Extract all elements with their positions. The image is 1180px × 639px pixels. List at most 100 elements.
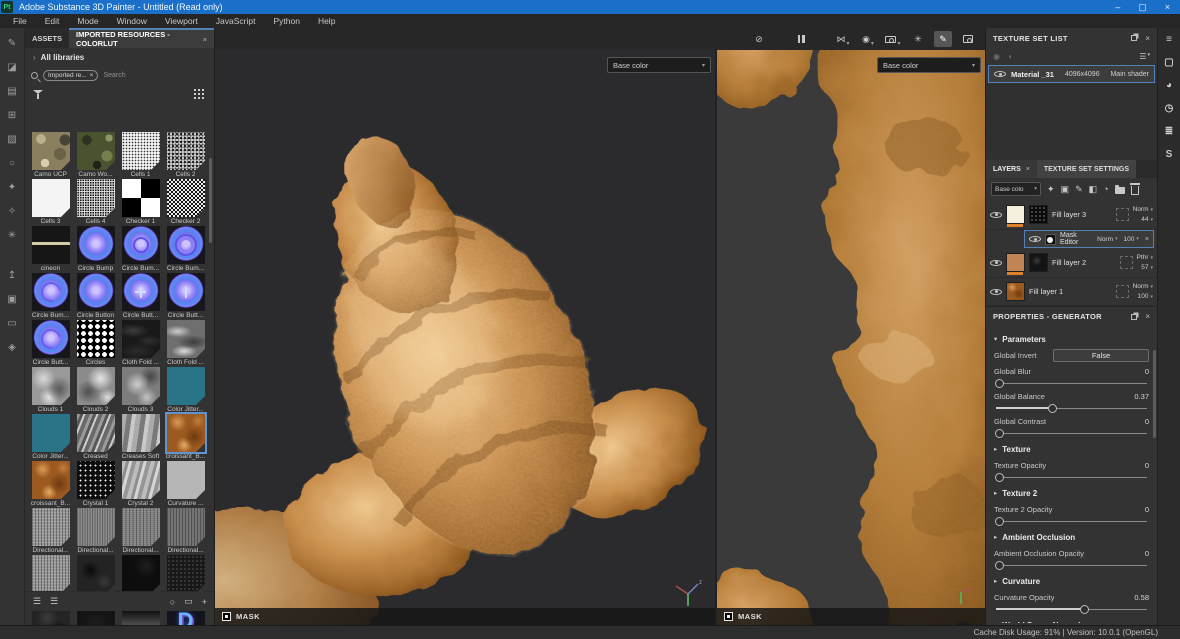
slider-track[interactable]	[995, 516, 1147, 526]
slider-knob[interactable]	[995, 378, 1005, 388]
properties-scrollbar[interactable]	[1153, 350, 1156, 438]
screenshot-icon[interactable]	[959, 31, 977, 47]
layer-row-fill-3[interactable]: Fill layer 3 Norm ▾ 44 ▾	[986, 200, 1157, 230]
rail-icon[interactable]: ≡	[1166, 34, 1172, 45]
channel-select-2d[interactable]: Base color ▾	[877, 57, 981, 73]
close-tab-icon[interactable]: ×	[1026, 166, 1030, 173]
tool-icon[interactable]: ▤	[4, 84, 21, 99]
slider-knob[interactable]	[995, 428, 1005, 438]
slider-knob[interactable]	[1079, 604, 1089, 614]
opacity-select[interactable]: 100 ▾	[1124, 236, 1139, 243]
slider-knob[interactable]	[995, 472, 1005, 482]
asset-item[interactable]: Creases Soft	[118, 414, 163, 461]
tool-icon[interactable]: ◈	[4, 340, 21, 355]
loading-status-icon[interactable]: ○	[170, 597, 175, 607]
mask-toggle-2d[interactable]	[724, 612, 733, 621]
popout-icon[interactable]	[1131, 313, 1138, 320]
section-world-space-normal[interactable]: ▸ World Space Normal	[994, 617, 1149, 624]
menu-item[interactable]: Mode	[68, 14, 107, 28]
symmetry-icon[interactable]: ⋈ ▾	[834, 31, 852, 48]
import-resources-icon[interactable]: ☰	[50, 596, 58, 607]
menu-item[interactable]: Viewport	[156, 14, 207, 28]
asset-item[interactable]: Cells 2	[163, 132, 208, 179]
asset-item[interactable]: Cloth Fold ...	[118, 320, 163, 367]
close-tab-icon[interactable]: ×	[203, 35, 207, 44]
list-options-icon[interactable]: ☰ ▾	[1139, 52, 1150, 61]
add-fill-layer-icon[interactable]: ◧	[1089, 184, 1098, 195]
rail-icon[interactable]: ◷	[1165, 103, 1174, 114]
menu-item[interactable]: Help	[309, 14, 344, 28]
asset-item[interactable]: croissant_B...	[28, 461, 73, 508]
slider-track[interactable]	[996, 604, 1147, 614]
camera-icon[interactable]: ▾	[884, 31, 902, 47]
asset-item[interactable]: Clouds 3	[118, 367, 163, 414]
blend-mode-select[interactable]: Norm ▾	[1133, 283, 1153, 290]
asset-item[interactable]: Circle Butt...	[118, 273, 163, 320]
section-texture[interactable]: ▸ Texture	[994, 441, 1149, 457]
smart-select-icon[interactable]: ✦	[1047, 184, 1055, 195]
eye-icon[interactable]	[990, 258, 1002, 268]
asset-item[interactable]: Camo UCP	[28, 132, 73, 179]
layer-thumbnail[interactable]	[1006, 205, 1025, 227]
asset-item[interactable]: Camo Wo...	[73, 132, 118, 179]
tool-icon[interactable]: ↥	[4, 268, 21, 283]
slider-track[interactable]	[996, 403, 1147, 413]
maximize-button[interactable]: ▢	[1138, 2, 1147, 13]
remove-effect-icon[interactable]: ×	[1145, 236, 1149, 243]
stencil-icon[interactable]: ⊘	[750, 31, 768, 47]
tool-icon[interactable]: ◪	[4, 60, 21, 75]
tool-icon[interactable]: ⊞	[4, 108, 21, 123]
blend-mode-select[interactable]: Norm ▾	[1133, 206, 1153, 213]
eye-icon[interactable]	[994, 69, 1006, 79]
gizmo-icon[interactable]: ◉ ▾	[859, 31, 877, 48]
close-button[interactable]: ×	[1165, 2, 1170, 13]
section-curvature[interactable]: ▸ Curvature	[994, 573, 1149, 589]
close-icon[interactable]: ×	[1145, 312, 1150, 321]
asset-item[interactable]: Circle Bum...	[163, 226, 208, 273]
chip-close-icon[interactable]: ×	[90, 72, 94, 79]
tab-assets[interactable]: ASSETS	[25, 28, 69, 48]
asset-item[interactable]: Directional...	[73, 508, 118, 555]
asset-item[interactable]: Cells 3	[28, 179, 73, 226]
filter-icon[interactable]	[33, 89, 43, 99]
rail-icon[interactable]: ▢	[1164, 57, 1173, 68]
asset-item[interactable]: Clouds 2	[73, 367, 118, 414]
material-mode-box[interactable]	[1115, 285, 1129, 298]
slider-knob[interactable]	[1047, 403, 1057, 413]
section-parameters[interactable]: ▾ Parameters	[994, 331, 1149, 347]
blend-mode-select[interactable]: Norm ▾	[1097, 236, 1117, 243]
add-group-icon[interactable]	[1114, 184, 1125, 194]
asset-item[interactable]: Color Jitter...	[163, 367, 208, 414]
tool-icon[interactable]: ✳	[4, 228, 21, 243]
tool-icon[interactable]: ○	[4, 156, 21, 171]
asset-item[interactable]: Directional...	[28, 508, 73, 555]
slider-track[interactable]	[995, 428, 1147, 438]
layer-thumbnail[interactable]	[1006, 253, 1025, 275]
menu-item[interactable]: JavaScript	[207, 14, 265, 28]
add-smart-material-icon[interactable]: ◔	[1103, 184, 1108, 194]
eye-icon[interactable]	[990, 210, 1002, 220]
panel-view-icon[interactable]: ▭	[184, 596, 193, 607]
asset-item[interactable]: Circle Bum...	[28, 273, 73, 320]
asset-item[interactable]: Color Jitter...	[28, 414, 73, 461]
all-libraries-selector[interactable]: › All libraries	[25, 48, 214, 66]
viewport-2d[interactable]: Base color ▾ MASK	[682, 28, 985, 625]
menu-item[interactable]: Python	[264, 14, 308, 28]
pause-engine-icon[interactable]	[792, 31, 810, 47]
material-mode-box[interactable]	[1115, 208, 1129, 221]
rail-icon[interactable]: S	[1166, 149, 1173, 160]
eye-icon[interactable]	[1029, 234, 1041, 244]
asset-item[interactable]: Circles	[73, 320, 118, 367]
asset-item[interactable]: Clouds 1	[28, 367, 73, 414]
tab-texture-set-settings[interactable]: TEXTURE SET SETTINGS	[1036, 160, 1137, 178]
material-mode-box[interactable]	[1119, 256, 1133, 269]
blend-mode-select[interactable]: Pthr ▾	[1137, 254, 1153, 261]
asset-item[interactable]: Checker 2	[163, 179, 208, 226]
mask-thumbnail[interactable]	[1029, 205, 1048, 224]
tool-icon[interactable]: ✧	[4, 204, 21, 219]
asset-item[interactable]: Creased	[73, 414, 118, 461]
layer-row-fill-2[interactable]: Fill layer 2 Pthr ▾ 57 ▾	[986, 248, 1157, 278]
opacity-select[interactable]: 100 ▾	[1138, 293, 1153, 300]
slider-knob[interactable]	[995, 516, 1005, 526]
asset-item[interactable]: Circle Bum...	[118, 226, 163, 273]
